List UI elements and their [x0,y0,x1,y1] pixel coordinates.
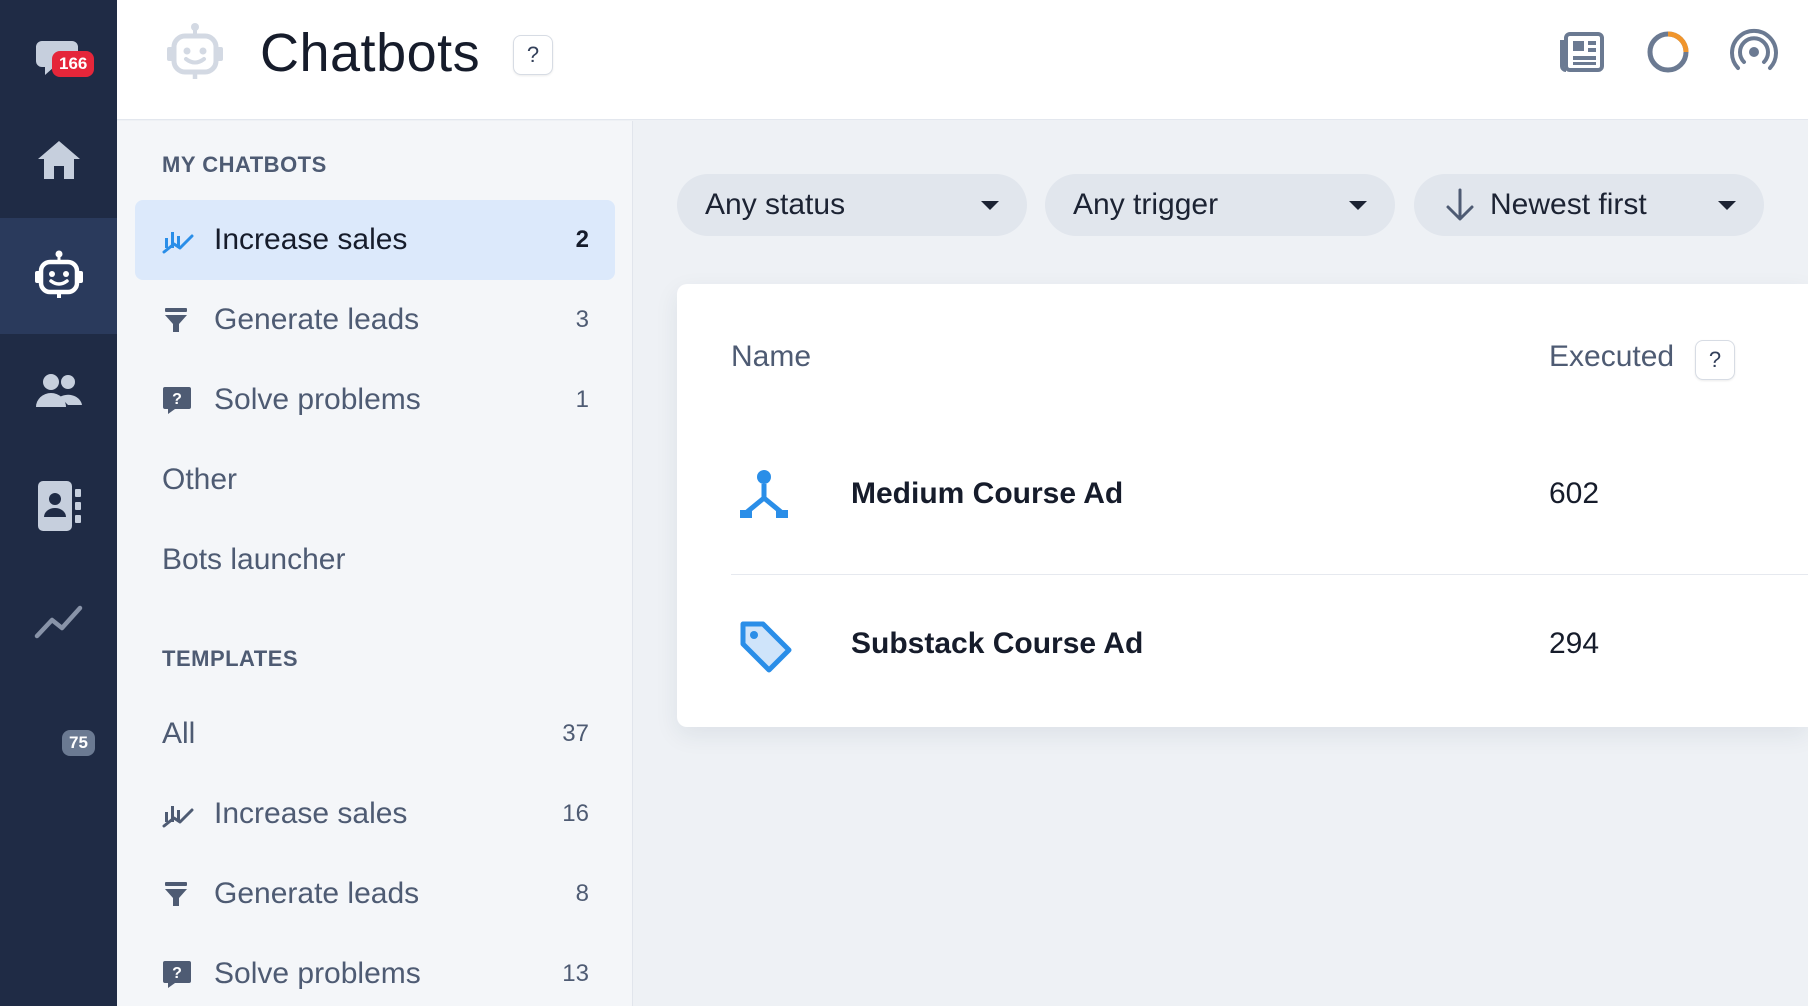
sidebar-item-label: Bots launcher [162,543,346,576]
sidebar-item-count: 8 [575,880,589,907]
home-icon [36,137,82,183]
sort-label: Newest first [1490,188,1647,221]
rail-home[interactable] [0,102,117,218]
status-filter-dropdown[interactable]: Any status [677,174,1027,236]
sidebar-item-templates-increase-sales[interactable]: Increase sales 16 [135,774,615,854]
table-row[interactable]: Medium Course Ad 602 [731,425,1808,574]
chart-hand-icon [162,226,206,254]
sidebar-item-count: 3 [575,306,589,333]
sidebar-item-label: Other [162,463,238,496]
sidebar-item-label: Generate leads [214,303,420,336]
sidebar-item-other[interactable]: Other [135,440,615,520]
executed-help-button[interactable]: ? [1695,340,1735,380]
arrow-down-icon [1444,188,1476,222]
table-row[interactable]: Substack Course Ad 294 [731,574,1808,723]
sidebar-item-bots-launcher[interactable]: Bots launcher [135,520,615,600]
sidebar-item-label: Increase sales [214,223,408,256]
executed-count: 602 [1549,477,1600,510]
chatbot-logo-icon [162,20,228,91]
chart-hand-icon [162,800,206,828]
funnel-icon [162,306,206,334]
broadcast-icon[interactable] [1730,28,1778,81]
page-header: Chatbots ? [117,0,1808,120]
chatbots-table: Name Executed ? Medium Course Ad 602 Sub… [677,284,1808,727]
caret-down-icon [981,200,999,210]
sidebar-item-label: Solve problems [214,383,421,416]
progress-ring-icon[interactable] [1644,28,1692,81]
left-rail: 166 75 [0,0,117,1006]
chatbot-name[interactable]: Medium Course Ad [851,477,1123,511]
help-button[interactable]: ? [513,35,553,75]
conversations-badge: 166 [52,51,95,77]
sidebar-item-count: 16 [562,800,589,827]
question-chat-icon: ? [162,385,206,415]
tag-icon [737,618,795,681]
sidebar-item-increase-sales[interactable]: Increase sales 2 [135,200,615,280]
templates-heading: TEMPLATES [162,646,299,671]
sidebar-item-count: 2 [575,226,589,253]
rail-address-book[interactable] [0,448,117,564]
sidebar-item-count: 37 [562,720,589,747]
my-chatbots-heading: MY CHATBOTS [162,152,327,177]
contacts-badge: 75 [62,730,95,756]
rail-conversations[interactable]: 166 [0,0,117,116]
question-chat-icon: ? [162,959,206,989]
sidebar-item-templates-all[interactable]: All 37 [135,694,615,774]
sidebar-item-label: All [162,717,196,750]
caret-down-icon [1718,200,1736,210]
sidebar-item-label: Solve problems [214,957,421,990]
funnel-icon [162,880,206,908]
chatbot-name[interactable]: Substack Course Ad [851,627,1143,661]
sidebar-item-templates-generate-leads[interactable]: Generate leads 8 [135,854,615,934]
svg-text:?: ? [172,391,182,408]
branch-icon [737,468,791,527]
sidebar-item-count: 13 [562,960,589,987]
executed-count: 294 [1549,627,1600,660]
trigger-filter-dropdown[interactable]: Any trigger [1045,174,1395,236]
sidebar-item-solve-problems[interactable]: ? Solve problems 1 [135,360,615,440]
sidebar-item-generate-leads[interactable]: Generate leads 3 [135,280,615,360]
analytics-icon [34,602,84,642]
rail-contacts[interactable]: 75 [0,334,117,756]
contacts-icon [34,369,84,415]
chatbots-sidebar: MY CHATBOTS Increase sales 2 Generate le… [117,121,633,1006]
column-header-name: Name [731,340,812,373]
sidebar-item-label: Generate leads [214,877,420,910]
caret-down-icon [1349,200,1367,210]
svg-text:?: ? [172,965,182,982]
sidebar-item-templates-solve-problems[interactable]: ? Solve problems 13 [135,934,615,1006]
trigger-filter-label: Any trigger [1073,188,1219,221]
column-header-executed: Executed [1549,340,1675,373]
rail-chatbots[interactable] [0,218,117,334]
newsfeed-icon[interactable] [1558,28,1606,81]
rail-analytics[interactable] [0,564,117,680]
sort-dropdown[interactable]: Newest first [1414,174,1764,236]
sidebar-item-count: 1 [575,386,589,413]
status-filter-label: Any status [705,188,846,221]
address-book-icon [34,479,84,533]
header-actions [1558,28,1778,81]
page-title: Chatbots [260,23,481,83]
chatbot-icon [31,248,87,304]
sidebar-item-label: Increase sales [214,797,408,830]
